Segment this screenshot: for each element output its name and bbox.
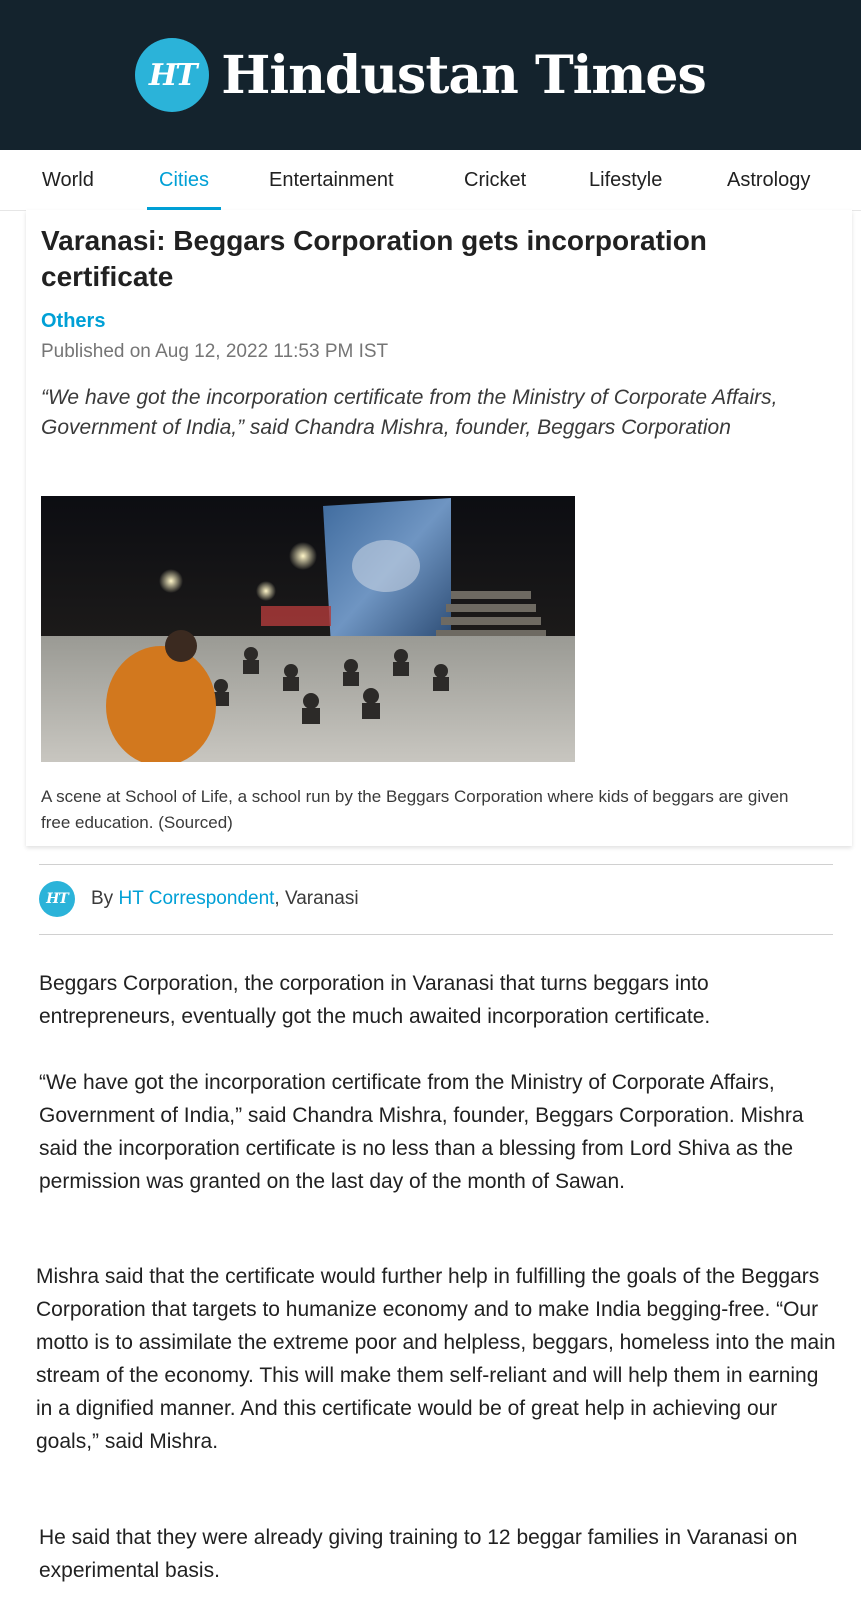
byline-prefix: By [91, 888, 114, 909]
byline: HT By HT Correspondent, Varanasi [39, 880, 359, 918]
nav-item-cities[interactable]: Cities [146, 150, 222, 210]
site-name: Hindustan Times [221, 44, 707, 106]
article-summary: “We have got the incorporation certifica… [41, 386, 778, 439]
nav-item-lifestyle[interactable]: Lifestyle [589, 150, 662, 210]
nav-item-world[interactable]: World [42, 150, 94, 210]
ht-logo-mark: HT [135, 38, 210, 112]
published-date: Published on Aug 12, 2022 11:53 PM IST [41, 341, 389, 362]
byline-divider-bottom [39, 934, 833, 935]
byline-divider-top [39, 864, 833, 865]
body-paragraph-3: Mishra said that the certificate would f… [36, 1265, 836, 1453]
ht-author-icon: HT [39, 881, 75, 917]
article-photo [41, 496, 575, 766]
byline-location: , Varanasi [274, 888, 359, 909]
nav-item-cricket[interactable]: Cricket [464, 150, 526, 210]
main-nav: World Cities Entertainment Cricket Lifes… [0, 150, 861, 211]
body-paragraph-4: He said that they were already giving tr… [39, 1526, 798, 1582]
body-paragraph-1: Beggars Corporation, the corporation in … [39, 972, 711, 1028]
masthead: HT Hindustan Times [0, 0, 861, 150]
photo-illustration [41, 496, 575, 766]
body-paragraph-2: “We have got the incorporation certifica… [39, 1071, 804, 1193]
section-tag[interactable]: Others [41, 310, 105, 333]
nav-item-astrology[interactable]: Astrology [727, 150, 810, 210]
site-logo[interactable]: HT Hindustan Times [135, 38, 707, 112]
photo-caption: A scene at School of Life, a school run … [41, 787, 789, 832]
author-link[interactable]: HT Correspondent [118, 888, 274, 910]
nav-item-entertainment[interactable]: Entertainment [269, 150, 394, 210]
article-headline: Varanasi: Beggars Corporation gets incor… [41, 225, 707, 292]
